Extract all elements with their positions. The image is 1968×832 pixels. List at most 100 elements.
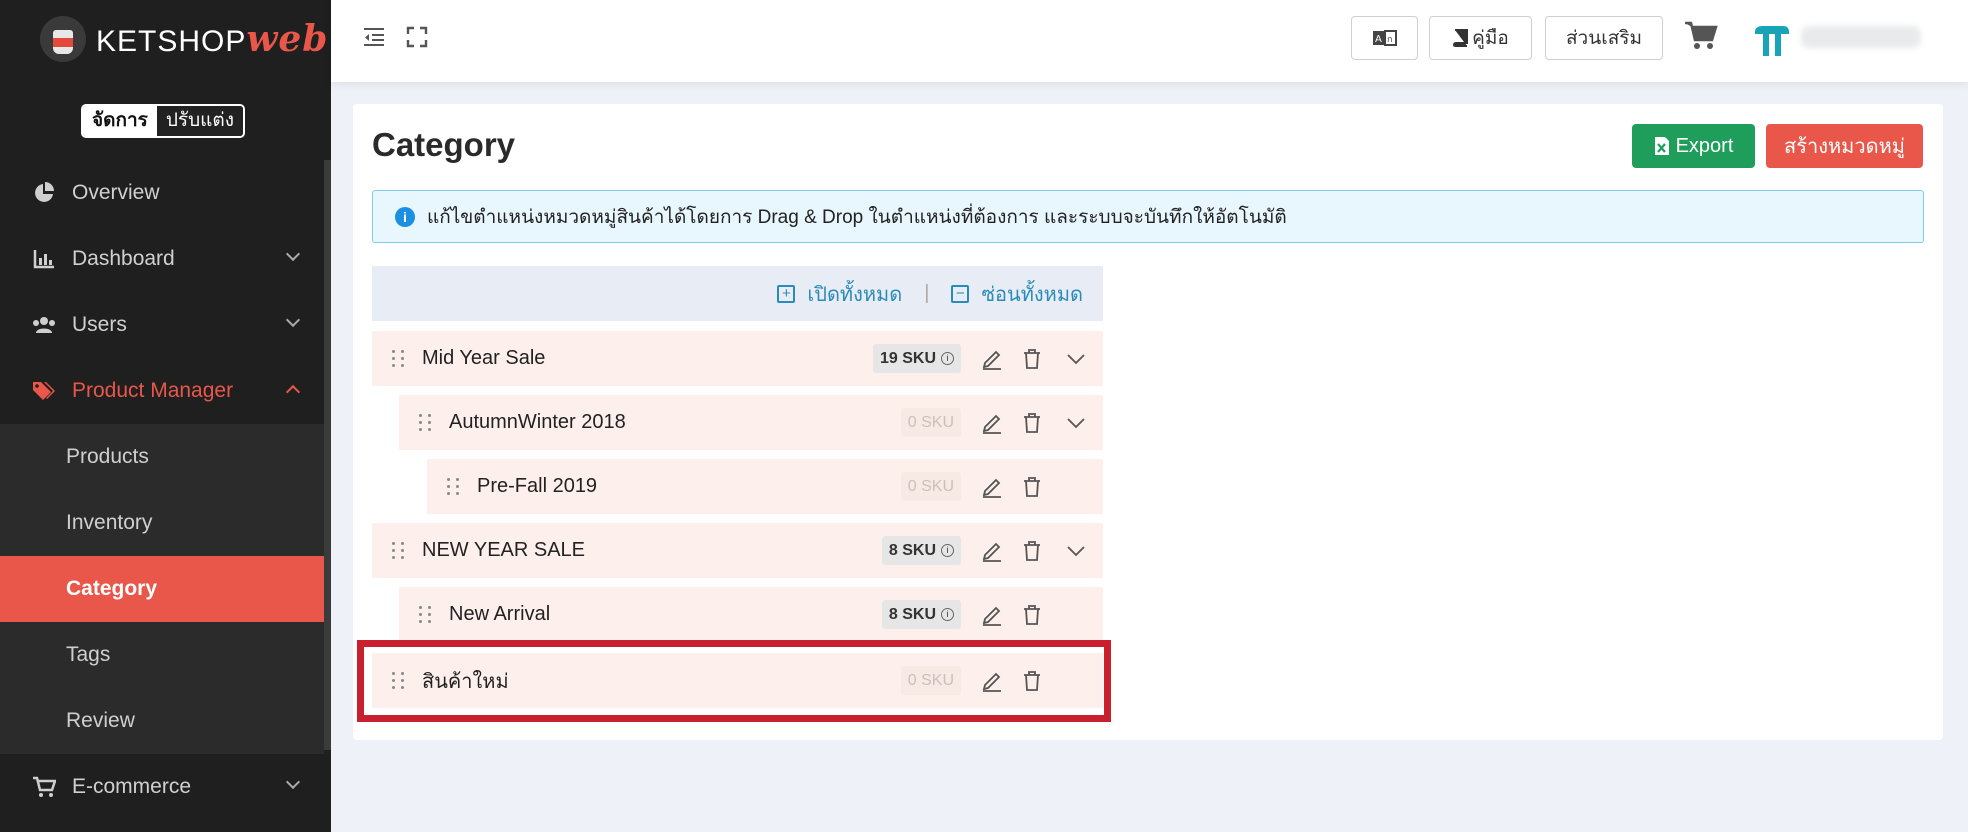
collapse-all-link[interactable]: ซ่อนทั้งหมด (981, 278, 1083, 310)
category-name: AutumnWinter 2018 (449, 411, 626, 433)
edit-icon[interactable] (979, 602, 1005, 628)
info-circle-icon: i (941, 608, 954, 621)
indent-icon[interactable] (362, 26, 388, 52)
sku-badge: 0 SKU (900, 472, 961, 501)
plus-square-icon: + (777, 284, 796, 303)
chevron-down-icon (285, 774, 301, 790)
export-button[interactable]: Export (1632, 124, 1755, 168)
drag-handle-icon[interactable] (419, 605, 433, 624)
sku-count: 19 SKU (879, 349, 936, 367)
language-button[interactable]: Aก (1351, 16, 1418, 60)
sidebar-subitem-review[interactable]: Review (0, 688, 324, 754)
edit-icon[interactable] (979, 410, 1005, 436)
divider: | (924, 282, 930, 304)
chevron-down-icon[interactable] (1063, 538, 1089, 564)
sidebar-item-label: Overview (72, 181, 160, 204)
category-name: New Arrival (449, 603, 551, 625)
trash-icon[interactable] (1019, 410, 1045, 436)
page-title: Category (372, 126, 516, 163)
manual-button[interactable]: คู่มือ (1429, 16, 1532, 60)
sidebar-item-users[interactable]: Users (0, 292, 324, 358)
category-name: Pre-Fall 2019 (477, 475, 598, 497)
expand-all-link[interactable]: เปิดทั้งหมด (807, 278, 902, 310)
sku-count: 8 SKU (888, 605, 936, 623)
user-name-blurred[interactable] (1801, 26, 1921, 48)
topbar: Aก คู่มือ ส่วนเสริม (331, 0, 1968, 82)
category-row[interactable]: NEW YEAR SALE 8 SKU i (372, 523, 1103, 578)
drag-handle-icon[interactable] (392, 349, 406, 368)
manual-label: คู่มือ (1472, 28, 1509, 49)
excel-file-icon (1654, 137, 1669, 155)
sku-badge: 8 SKU i (881, 536, 961, 565)
trash-icon[interactable] (1019, 538, 1045, 564)
trash-icon[interactable] (1019, 346, 1045, 372)
sidebar-scrollbar[interactable] (324, 160, 331, 750)
category-row[interactable]: AutumnWinter 2018 0 SKU (399, 395, 1103, 450)
sku-badge: 0 SKU (900, 408, 961, 437)
category-name: Mid Year Sale (422, 347, 546, 369)
create-category-button[interactable]: สร้างหมวดหมู่ (1766, 124, 1923, 168)
addons-label: ส่วนเสริม (1565, 28, 1643, 49)
sidebar-item-dashboard[interactable]: Dashboard (0, 226, 324, 292)
sidebar-subitem-tags[interactable]: Tags (0, 622, 324, 688)
sku-badge: 8 SKU i (881, 600, 961, 629)
mode-manage-button[interactable]: จัดการ (83, 106, 157, 136)
sidebar-item-label: Product Manager (72, 379, 234, 402)
chevron-down-icon[interactable] (1063, 410, 1089, 436)
category-row[interactable]: Pre-Fall 2019 0 SKU (427, 459, 1103, 514)
translate-icon: Aก (1372, 30, 1397, 46)
sidebar-item-label: Dashboard (72, 247, 175, 270)
addons-button[interactable]: ส่วนเสริม (1545, 16, 1663, 60)
info-alert: i แก้ไขตำแหน่งหมวดหมู่สินค้าได้โดยการ Dr… (372, 190, 1924, 243)
trash-icon[interactable] (1019, 602, 1045, 628)
trash-icon[interactable] (1019, 474, 1045, 500)
chevron-down-icon[interactable] (1063, 346, 1089, 372)
category-row[interactable]: Mid Year Sale 19 SKU i (372, 331, 1103, 386)
category-card: Category Export สร้างหมวดหมู่ i แก้ไขตำแ… (353, 104, 1943, 740)
sidebar-nav: Overview Dashboard Users Product Manager… (0, 160, 324, 820)
info-circle-icon: i (941, 352, 954, 365)
export-label: Export (1675, 134, 1734, 157)
edit-icon[interactable] (979, 538, 1005, 564)
drag-handle-icon[interactable] (447, 477, 461, 496)
mode-customize-button[interactable]: ปรับแต่ง (156, 106, 244, 136)
drag-handle-icon[interactable] (392, 541, 406, 560)
logo-text: KETSHOPweb (96, 18, 328, 60)
fullscreen-icon[interactable] (406, 26, 432, 52)
sidebar-item-product-manager[interactable]: Product Manager (0, 358, 324, 424)
chevron-down-icon (285, 312, 301, 328)
logo[interactable]: KETSHOPweb (40, 16, 328, 62)
sidebar-item-ecommerce[interactable]: E-commerce (0, 754, 324, 820)
minus-square-icon: − (951, 284, 970, 303)
chevron-down-icon (285, 246, 301, 262)
svg-text:A: A (1375, 34, 1382, 45)
users-icon (32, 313, 56, 337)
product-manager-submenu: Products Inventory Category Tags Review (0, 424, 324, 754)
sidebar-subitem-inventory[interactable]: Inventory (0, 490, 324, 556)
edit-icon[interactable] (979, 346, 1005, 372)
pie-chart-icon (32, 181, 56, 205)
cart-icon (32, 775, 56, 799)
sidebar-item-label: E-commerce (72, 775, 192, 798)
highlight-box (357, 640, 1111, 722)
category-name: NEW YEAR SALE (422, 539, 586, 561)
brand-suffix: web (246, 18, 329, 60)
sku-count: 8 SKU (888, 541, 936, 559)
svg-text:ก: ก (1387, 35, 1392, 45)
info-text: แก้ไขตำแหน่งหมวดหมู่สินค้าได้โดยการ Drag… (427, 206, 1287, 228)
info-circle-icon: i (941, 544, 954, 557)
sidebar-subitem-category[interactable]: Category (0, 556, 324, 622)
sidebar-item-overview[interactable]: Overview (0, 160, 324, 226)
cart-icon[interactable] (1684, 20, 1718, 52)
bar-chart-icon (32, 247, 56, 271)
user-logo-icon[interactable] (1751, 22, 1793, 58)
edit-icon[interactable] (979, 474, 1005, 500)
drag-handle-icon[interactable] (419, 413, 433, 432)
sidebar-subitem-products[interactable]: Products (0, 424, 324, 490)
category-row[interactable]: New Arrival 8 SKU i (399, 587, 1103, 642)
tree-toolbar: + เปิดทั้งหมด | − ซ่อนทั้งหมด (372, 266, 1103, 321)
sidebar: KETSHOPweb จัดการ ปรับแต่ง Overview Dash… (0, 0, 331, 832)
sidebar-item-label: Users (72, 313, 127, 336)
chevron-up-icon (285, 384, 301, 400)
tag-icon (32, 379, 56, 403)
